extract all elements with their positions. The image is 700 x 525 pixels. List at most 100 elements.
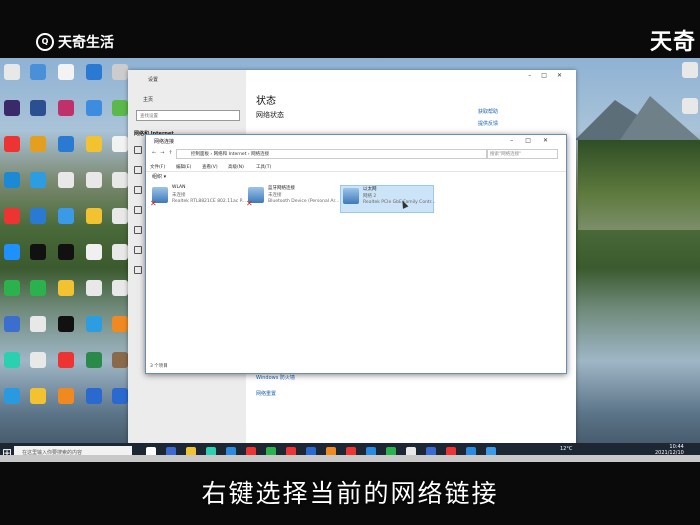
desktop-icon[interactable]	[58, 100, 74, 116]
nav-arrows[interactable]: ←→↑	[152, 150, 177, 156]
desktop-icon[interactable]	[86, 280, 102, 296]
firewall-link[interactable]: Windows 防火墙	[256, 374, 295, 381]
desktop-icon[interactable]	[58, 388, 74, 404]
desktop-icon[interactable]	[4, 100, 20, 116]
desktop-icon[interactable]	[30, 316, 46, 332]
organize-button[interactable]: 组织 ▾	[152, 173, 166, 180]
feedback-link[interactable]: 提供反馈	[478, 120, 498, 127]
network-adapter-icon	[343, 188, 359, 204]
get-help-link[interactable]: 获取帮助	[478, 108, 498, 115]
watermark-right-text: 天奇	[649, 30, 696, 55]
nav-status-icon[interactable]	[134, 146, 142, 154]
desktop-icon[interactable]	[4, 208, 20, 224]
settings-page-title: 状态	[256, 96, 276, 107]
desktop-icon[interactable]	[112, 100, 128, 116]
network-reset-link[interactable]: 网络重置	[256, 390, 276, 397]
desktop-icon[interactable]	[30, 280, 46, 296]
desktop-icon[interactable]	[4, 172, 20, 188]
connection-name: WLAN	[172, 185, 186, 190]
connection-name: 以太网	[363, 187, 377, 192]
weather-indicator[interactable]: 12°C	[560, 446, 572, 452]
connection-status: 未连接	[268, 193, 282, 198]
desktop-icon[interactable]	[112, 280, 128, 296]
desktop-icon[interactable]	[4, 64, 20, 80]
menu-tools[interactable]: 工具(T)	[256, 164, 271, 170]
desktop-icon[interactable]	[4, 388, 20, 404]
desktop-icon[interactable]	[4, 244, 20, 260]
desktop-icon[interactable]	[30, 64, 46, 80]
desktop-icon[interactable]	[112, 208, 128, 224]
desktop-icon[interactable]	[112, 172, 128, 188]
desktop-icon[interactable]	[30, 100, 46, 116]
desktop-icon[interactable]	[58, 244, 74, 260]
menu-file[interactable]: 文件(F)	[150, 164, 165, 170]
watermark-left: Q 天奇生活	[36, 32, 114, 52]
settings-search-input[interactable]: 查找设置	[136, 110, 240, 121]
connection-status: 未连接	[172, 193, 186, 198]
menu-edit[interactable]: 编辑(E)	[176, 164, 191, 170]
desktop-icon[interactable]	[58, 208, 74, 224]
desktop-icon[interactable]	[30, 172, 46, 188]
connection-wlan[interactable]: ✕ WLAN 未连接 Realtek RTL8821CE 802.11ac P.…	[150, 185, 246, 211]
network-connections-window[interactable]: 网络连接 –□✕ ←→↑ 控制面板 › 网络和 Internet › 网络连接 …	[145, 134, 567, 374]
subtitle-caption: 右键选择当前的网络链接	[201, 479, 499, 508]
connection-ethernet[interactable]: 以太网 网络 2 Realtek PCIe GbE Family Contr..…	[340, 185, 435, 213]
desktop-icon[interactable]	[30, 352, 46, 368]
network-window-controls[interactable]: –□✕	[510, 137, 560, 144]
nav-dialup-icon[interactable]	[134, 186, 142, 194]
desktop-icon[interactable]	[58, 136, 74, 152]
desktop-icon[interactable]	[682, 98, 698, 114]
desktop-icon[interactable]	[30, 244, 46, 260]
desktop-icon[interactable]	[112, 64, 128, 80]
menu-advanced[interactable]: 高级(N)	[228, 164, 244, 170]
watermark-left-text: 天奇生活	[58, 35, 114, 51]
desktop-icon[interactable]	[4, 316, 20, 332]
desktop-icon[interactable]	[58, 172, 74, 188]
desktop-icon[interactable]	[58, 316, 74, 332]
desktop-icon[interactable]	[682, 62, 698, 78]
desktop-icon[interactable]	[112, 316, 128, 332]
desktop-icon[interactable]	[58, 352, 74, 368]
desktop-icon[interactable]	[86, 316, 102, 332]
disabled-x-icon: ✕	[246, 199, 253, 208]
desktop-icon[interactable]	[112, 244, 128, 260]
desktop-icon[interactable]	[86, 64, 102, 80]
wallpaper-forest	[578, 140, 700, 230]
desktop-icon[interactable]	[112, 388, 128, 404]
network-window-title: 网络连接	[154, 139, 175, 145]
network-search-input[interactable]: 搜索"网络连接"	[486, 149, 558, 159]
menu-view[interactable]: 查看(V)	[202, 164, 218, 170]
connection-bluetooth[interactable]: ✕ 蓝牙网络连接 未连接 Bluetooth Device (Personal …	[246, 185, 340, 211]
status-bar: 3 个项目	[150, 364, 168, 369]
nav-proxy-icon[interactable]	[134, 266, 142, 274]
desktop-icon[interactable]	[58, 64, 74, 80]
desktop-icon[interactable]	[30, 136, 46, 152]
desktop-icon[interactable]	[4, 352, 20, 368]
desktop-icon[interactable]	[86, 244, 102, 260]
address-bar[interactable]: 控制面板 › 网络和 Internet › 网络连接	[176, 149, 488, 159]
desktop-icon[interactable]	[4, 280, 20, 296]
settings-window-controls[interactable]: –□✕	[528, 72, 572, 79]
desktop-icon[interactable]	[86, 388, 102, 404]
desktop-icon[interactable]	[112, 352, 128, 368]
desktop-icon[interactable]	[86, 172, 102, 188]
desktop-icon[interactable]	[86, 208, 102, 224]
nav-vpn-icon[interactable]	[134, 206, 142, 214]
desktop-icon[interactable]	[86, 136, 102, 152]
desktop-icon[interactable]	[30, 388, 46, 404]
settings-home-link[interactable]: 主页	[143, 96, 153, 103]
desktop-icon[interactable]	[58, 280, 74, 296]
connection-name: 蓝牙网络连接	[268, 186, 295, 191]
desktop-icons[interactable]	[0, 60, 128, 440]
desktop-icon[interactable]	[86, 352, 102, 368]
nav-ethernet-icon[interactable]	[134, 166, 142, 174]
connection-status: 网络 2	[363, 194, 377, 199]
connection-device: Realtek RTL8821CE 802.11ac P...	[172, 199, 246, 204]
desktop-icon[interactable]	[4, 136, 20, 152]
connection-device: Bluetooth Device (Personal Ar...	[268, 199, 340, 204]
desktop-icon[interactable]	[112, 136, 128, 152]
nav-hotspot-icon[interactable]	[134, 246, 142, 254]
desktop-icon[interactable]	[30, 208, 46, 224]
nav-airplane-icon[interactable]	[134, 226, 142, 234]
desktop-icon[interactable]	[86, 100, 102, 116]
